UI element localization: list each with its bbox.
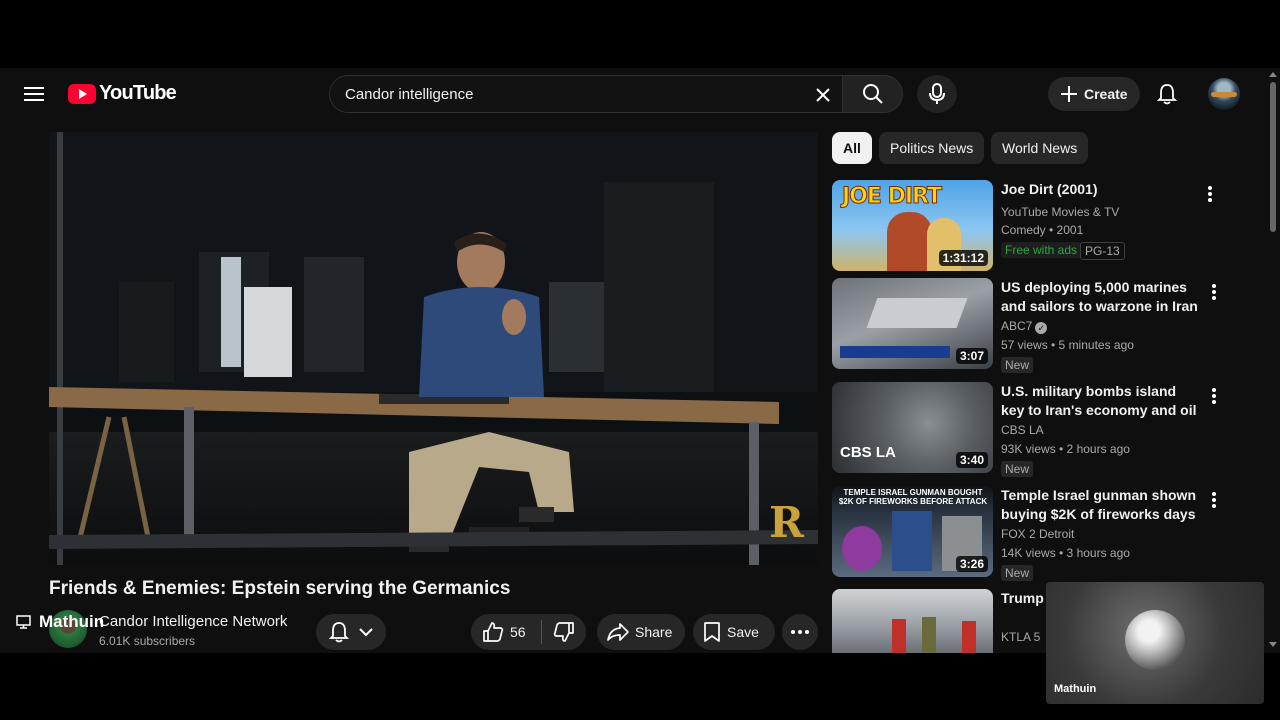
- video-duration: 3:40: [955, 452, 988, 468]
- webcam-overlay: Mathuin: [1046, 582, 1264, 704]
- channel-name[interactable]: KTLA 5: [1001, 630, 1040, 644]
- share-icon: [607, 623, 629, 641]
- scrollbar-thumb[interactable]: [1270, 82, 1276, 232]
- video-duration: 3:07: [955, 348, 988, 364]
- channel-name[interactable]: Candor Intelligence Network: [99, 613, 287, 630]
- youtube-play-icon: [68, 83, 96, 104]
- chip-world-news[interactable]: World News: [991, 132, 1089, 164]
- new-badge: New: [1001, 357, 1034, 373]
- recommendation-item[interactable]: TEMPLE ISRAEL GUNMAN BOUGHT $2K OF FIREW…: [832, 486, 1232, 581]
- search-button[interactable]: [842, 75, 903, 113]
- more-actions-button[interactable]: [782, 614, 818, 650]
- create-button[interactable]: Create: [1048, 77, 1140, 111]
- chevron-down-icon: [359, 628, 373, 637]
- video-title[interactable]: Joe Dirt (2001): [1001, 180, 1201, 199]
- save-button[interactable]: Save: [693, 614, 775, 650]
- recommendation-item[interactable]: 3:07 US deploying 5,000 marines and sail…: [832, 278, 1232, 373]
- voice-search-button[interactable]: [917, 75, 957, 113]
- plus-icon: [1061, 86, 1077, 102]
- video-thumbnail[interactable]: [832, 589, 993, 653]
- thumbs-up-icon: [483, 622, 504, 642]
- like-dislike-group: 56: [471, 614, 586, 650]
- rating-badge: PG-13: [1080, 242, 1125, 260]
- channel-watermark: R: [769, 498, 805, 547]
- new-badge: New: [1001, 565, 1034, 581]
- video-title[interactable]: US deploying 5,000 marines and sailors t…: [1001, 278, 1201, 316]
- free-badge: Free with ads: [1001, 242, 1082, 258]
- video-frame: R: [49, 132, 818, 565]
- chip-all[interactable]: All: [832, 132, 872, 164]
- dislike-button[interactable]: [542, 622, 586, 642]
- more-horizontal-icon: [791, 630, 809, 634]
- clear-search-icon[interactable]: [810, 82, 836, 108]
- search-input[interactable]: Candor intelligence: [345, 86, 473, 103]
- overlay-user-name: Mathuin: [39, 612, 105, 631]
- verified-check-icon: ✓: [1035, 322, 1048, 334]
- video-meta: Comedy • 2001: [1001, 223, 1084, 237]
- video-title: Friends & Enemies: Epstein serving the G…: [49, 578, 511, 599]
- share-label: Share: [635, 624, 673, 640]
- more-vertical-icon[interactable]: [1204, 384, 1224, 408]
- notifications-bell-icon[interactable]: [1153, 80, 1181, 108]
- search-box[interactable]: Candor intelligence: [329, 75, 843, 113]
- like-count: 56: [510, 624, 526, 640]
- video-duration: 3:26: [955, 556, 988, 572]
- more-vertical-icon[interactable]: [1204, 488, 1224, 512]
- channel-name[interactable]: ABC7: [1001, 319, 1032, 333]
- video-thumbnail[interactable]: CBS LA 3:40: [832, 382, 993, 473]
- account-avatar[interactable]: [1208, 78, 1240, 110]
- more-vertical-icon[interactable]: [1204, 280, 1224, 304]
- microphone-icon: [929, 83, 945, 104]
- search-icon: [862, 84, 883, 104]
- chip-politics-news[interactable]: Politics News: [879, 132, 985, 164]
- channel-name-row[interactable]: ABC7 ✓: [1001, 319, 1048, 334]
- video-player[interactable]: R: [49, 132, 818, 565]
- video-thumbnail[interactable]: JOE DIRT 1:31:12: [832, 180, 993, 271]
- recommendation-item[interactable]: JOE DIRT 1:31:12 Joe Dirt (2001) YouTube…: [832, 180, 1232, 272]
- thumbnail-text: TEMPLE ISRAEL GUNMAN BOUGHT $2K OF FIREW…: [838, 488, 988, 506]
- channel-name[interactable]: YouTube Movies & TV: [1001, 205, 1119, 219]
- presenter-overlay: Mathuin: [16, 612, 104, 632]
- like-button[interactable]: 56: [471, 622, 541, 642]
- video-meta: 14K views • 3 hours ago: [1001, 546, 1130, 560]
- thumbnail-text: JOE DIRT: [842, 184, 943, 210]
- subscription-bell-button[interactable]: [316, 614, 386, 650]
- screen-share-icon: [16, 615, 31, 629]
- youtube-app: YouTube Candor intelligence Create R Fri…: [0, 68, 1280, 653]
- video-title[interactable]: U.S. military bombs island key to Iran's…: [1001, 382, 1201, 420]
- video-title[interactable]: Temple Israel gunman shown buying $2K of…: [1001, 486, 1201, 524]
- video-meta: 93K views • 2 hours ago: [1001, 442, 1130, 456]
- recommendation-item[interactable]: CBS LA 3:40 U.S. military bombs island k…: [832, 382, 1232, 477]
- new-badge: New: [1001, 461, 1034, 477]
- logo-text: YouTube: [99, 82, 177, 104]
- globe-avatar: [1125, 610, 1185, 670]
- page-scrollbar[interactable]: [1266, 68, 1280, 653]
- scroll-down-arrow-icon[interactable]: [1269, 642, 1277, 647]
- create-label: Create: [1084, 86, 1128, 102]
- video-duration: 1:31:12: [938, 250, 988, 266]
- video-thumbnail[interactable]: TEMPLE ISRAEL GUNMAN BOUGHT $2K OF FIREW…: [832, 486, 993, 577]
- thumbs-down-icon: [553, 622, 574, 642]
- thumbnail-text: CBS LA: [840, 444, 896, 461]
- webcam-user-name: Mathuin: [1054, 683, 1097, 695]
- share-button[interactable]: Share: [597, 614, 685, 650]
- channel-name[interactable]: CBS LA: [1001, 423, 1044, 437]
- menu-icon[interactable]: [20, 80, 48, 108]
- subscriber-count: 6.01K subscribers: [99, 634, 196, 648]
- video-thumbnail[interactable]: 3:07: [832, 278, 993, 369]
- save-label: Save: [727, 624, 759, 640]
- channel-name[interactable]: FOX 2 Detroit: [1001, 527, 1074, 541]
- scroll-up-arrow-icon[interactable]: [1269, 72, 1277, 77]
- youtube-logo[interactable]: YouTube: [68, 82, 177, 105]
- bookmark-icon: [704, 622, 720, 642]
- bell-icon: [329, 622, 349, 643]
- more-vertical-icon[interactable]: [1200, 182, 1220, 206]
- video-meta: 57 views • 5 minutes ago: [1001, 338, 1134, 352]
